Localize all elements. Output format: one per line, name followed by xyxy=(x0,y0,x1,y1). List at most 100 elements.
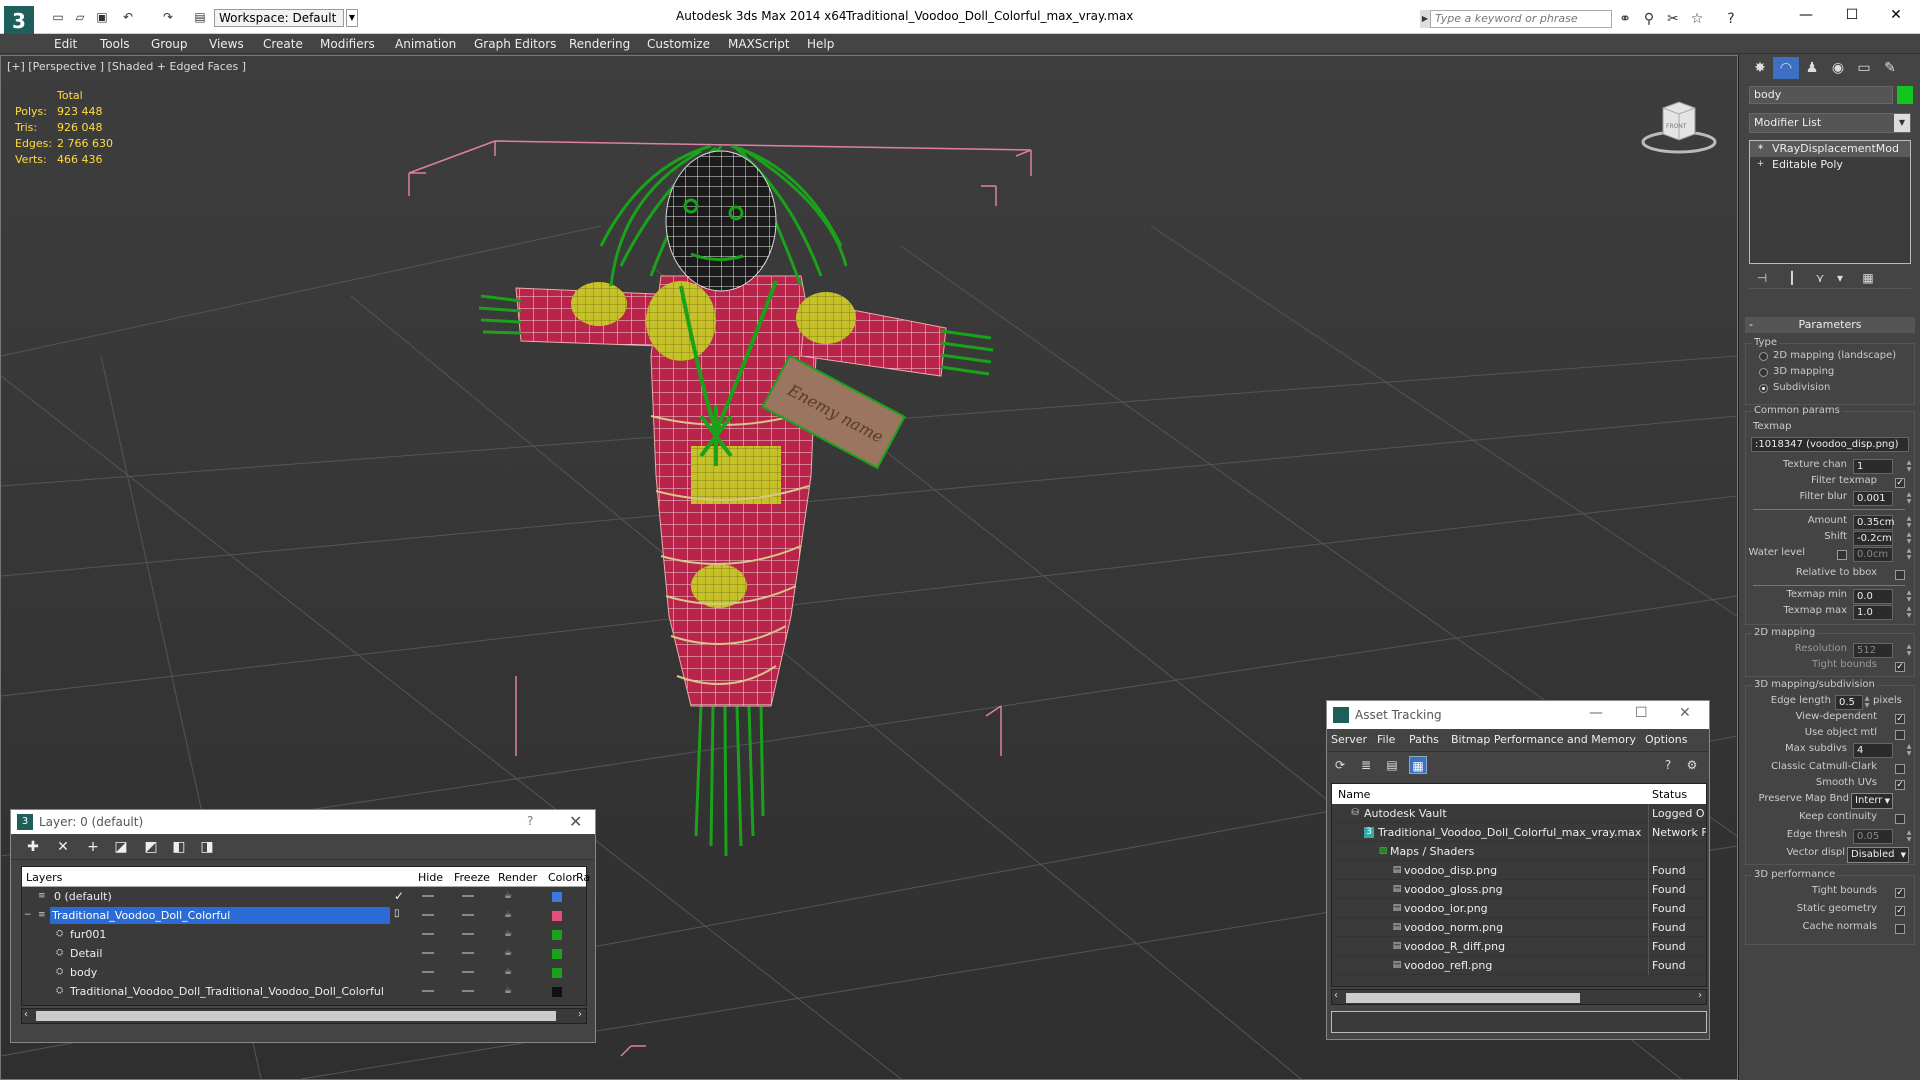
freeze-toggle[interactable] xyxy=(462,914,474,916)
asset-row[interactable]: ▨ Maps / Shaders xyxy=(1332,842,1706,861)
use-object-mtl-checkbox[interactable] xyxy=(1895,730,1905,740)
table-view-icon[interactable]: ▤ xyxy=(1383,756,1401,774)
freeze-toggle[interactable] xyxy=(462,990,474,992)
filter-texmap-checkbox[interactable]: ✓ xyxy=(1895,478,1905,488)
close-icon[interactable]: ✕ xyxy=(569,812,582,831)
object-color-swatch[interactable] xyxy=(552,968,562,978)
select-objects-icon[interactable]: ◪ xyxy=(111,838,131,856)
layer-row[interactable]: ≡ 0 (default) ✓ ☕ xyxy=(22,887,586,906)
configure-sets-icon[interactable]: ▦ xyxy=(1859,271,1877,287)
list-view-icon[interactable]: ≣ xyxy=(1357,756,1375,774)
menu-edit[interactable]: Edit xyxy=(54,37,77,51)
modify-tab-icon[interactable]: ◠ xyxy=(1773,57,1799,79)
subscription-icon[interactable]: ⚲ xyxy=(1640,11,1658,27)
horizontal-scrollbar[interactable]: ‹ › xyxy=(1331,989,1707,1005)
utilities-tab-icon[interactable]: ✎ xyxy=(1877,57,1903,79)
asset-row[interactable]: ▤ voodoo_refl.png Found xyxy=(1332,956,1706,975)
scroll-left-icon[interactable]: ‹ xyxy=(24,1009,28,1020)
expand-plus-icon[interactable]: + xyxy=(1756,160,1765,169)
col-color[interactable]: Color xyxy=(548,871,577,884)
layer-dialog-titlebar[interactable]: 3 Layer: 0 (default) ? ✕ xyxy=(11,810,595,834)
modifier-list-dropdown[interactable]: Modifier List ▼ xyxy=(1749,113,1911,133)
radio-2d[interactable] xyxy=(1759,352,1768,361)
communication-icon[interactable]: ✂ xyxy=(1664,11,1682,27)
asset-row[interactable]: ▤ voodoo_R_diff.png Found xyxy=(1332,937,1706,956)
minimize-icon[interactable]: — xyxy=(1589,705,1603,721)
chevron-down-icon[interactable]: ▼ xyxy=(1901,848,1906,862)
highlight-layer-icon[interactable]: ◩ xyxy=(141,838,161,856)
static-geometry-checkbox[interactable]: ✓ xyxy=(1895,906,1905,916)
radio-subdivision[interactable] xyxy=(1759,384,1768,393)
collapse-icon[interactable]: - xyxy=(1749,317,1753,333)
new-file-icon[interactable]: ▭ xyxy=(50,10,66,24)
undo-icon[interactable]: ↶ xyxy=(120,10,136,24)
object-color-swatch[interactable] xyxy=(1897,86,1913,104)
vector-displ-dropdown[interactable]: Disabled ▼ xyxy=(1847,847,1909,863)
asset-row[interactable]: ⛁ Autodesk Vault Logged O xyxy=(1332,804,1706,823)
scrollbar-thumb[interactable] xyxy=(1346,993,1580,1003)
object-color-swatch[interactable] xyxy=(552,949,562,959)
menu-rendering[interactable]: Rendering xyxy=(569,37,630,51)
amount-spinner[interactable]: 0.35cm xyxy=(1853,515,1895,530)
spinner-arrows-icon[interactable]: ▲ ▼ xyxy=(1905,743,1913,758)
lightbulb-icon[interactable]: ✶ xyxy=(1756,144,1765,153)
modifier-stack[interactable]: ✶ VRayDisplacementMod + Editable Poly xyxy=(1749,140,1911,264)
freeze-toggle[interactable] xyxy=(462,933,474,935)
search-input[interactable]: Type a keyword or phrase xyxy=(1430,10,1612,28)
active-layer-check-icon[interactable]: ✓ xyxy=(394,889,404,903)
help-icon[interactable]: ? xyxy=(527,814,533,828)
remove-modifier-icon[interactable]: ▾ xyxy=(1831,271,1849,287)
menu-create[interactable]: Create xyxy=(263,37,303,51)
freeze-toggle[interactable] xyxy=(462,952,474,954)
scroll-right-icon[interactable]: › xyxy=(1698,990,1702,1001)
layer-row[interactable]: ⛭ body ☕ xyxy=(22,963,586,982)
spinner-arrows-icon[interactable]: ▲ ▼ xyxy=(1905,491,1913,506)
spinner-arrows-icon[interactable]: ▲ ▼ xyxy=(1905,643,1913,658)
layer-row[interactable]: ⛭ Traditional_Voodoo_Doll_Traditional_Vo… xyxy=(22,982,586,1001)
make-unique-icon[interactable]: ⋎ xyxy=(1811,271,1829,287)
layer-row[interactable]: ⛭ Detail ☕ xyxy=(22,944,586,963)
asset-dialog-titlebar[interactable]: Asset Tracking — ☐ ✕ xyxy=(1327,701,1709,729)
relative-bbox-checkbox[interactable] xyxy=(1895,570,1905,580)
menu-group[interactable]: Group xyxy=(151,37,188,51)
2d-tight-bounds-checkbox[interactable]: ✓ xyxy=(1895,662,1905,672)
hide-toggle[interactable] xyxy=(422,971,434,973)
create-tab-icon[interactable]: ✸ xyxy=(1747,57,1773,79)
water-level-spinner[interactable]: 0.0cm xyxy=(1853,547,1893,562)
close-icon[interactable]: ✕ xyxy=(1876,4,1916,26)
hide-toggle[interactable] xyxy=(422,914,434,916)
filter-blur-spinner[interactable]: 0.001 xyxy=(1853,491,1893,506)
maximize-icon[interactable]: ☐ xyxy=(1832,4,1872,26)
smooth-uvs-checkbox[interactable]: ✓ xyxy=(1895,780,1905,790)
project-folder-icon[interactable]: ▤ xyxy=(192,10,208,24)
show-end-result-icon[interactable]: ┃ xyxy=(1783,271,1801,287)
hide-toggle[interactable] xyxy=(422,933,434,935)
resolution-spinner[interactable]: 512 xyxy=(1853,643,1893,658)
teapot-render-icon[interactable]: ☕ xyxy=(504,986,516,996)
minimize-icon[interactable]: — xyxy=(1786,4,1826,26)
teapot-render-icon[interactable]: ☕ xyxy=(504,967,516,977)
menu-animation[interactable]: Animation xyxy=(395,37,456,51)
menu-views[interactable]: Views xyxy=(209,37,244,51)
spinner-arrows-icon[interactable]: ▲ ▼ xyxy=(1905,459,1913,474)
max-subdivs-spinner[interactable]: 4 xyxy=(1853,743,1893,758)
object-color-swatch[interactable] xyxy=(552,987,562,997)
asset-row[interactable]: 3 Traditional_Voodoo_Doll_Colorful_max_v… xyxy=(1332,823,1706,842)
hierarchy-tab-icon[interactable]: ♟ xyxy=(1799,57,1825,79)
asset-menu-bitmap-performance[interactable]: Bitmap Performance and Memory xyxy=(1451,733,1636,746)
workspace-dropdown-arrow-icon[interactable]: ▼ xyxy=(346,9,358,27)
parameters-rollout-header[interactable]: - Parameters xyxy=(1745,317,1915,333)
save-file-icon[interactable]: ▣ xyxy=(94,10,110,24)
spinner-arrows-icon[interactable]: ▲ ▼ xyxy=(1905,829,1913,844)
asset-row[interactable]: ▤ voodoo_norm.png Found xyxy=(1332,918,1706,937)
hide-toggle[interactable] xyxy=(422,990,434,992)
menu-customize[interactable]: Customize xyxy=(647,37,710,51)
object-name-field[interactable]: body xyxy=(1749,86,1893,104)
maximize-icon[interactable]: ☐ xyxy=(1635,705,1648,721)
redo-icon[interactable]: ↷ xyxy=(160,10,176,24)
favorites-star-icon[interactable]: ☆ xyxy=(1688,11,1706,27)
hide-toggle[interactable] xyxy=(422,895,434,897)
asset-menu-file[interactable]: File xyxy=(1377,733,1395,746)
texmap-min-spinner[interactable]: 0.0 xyxy=(1853,589,1893,604)
settings-icon[interactable]: ⚙ xyxy=(1683,756,1701,774)
